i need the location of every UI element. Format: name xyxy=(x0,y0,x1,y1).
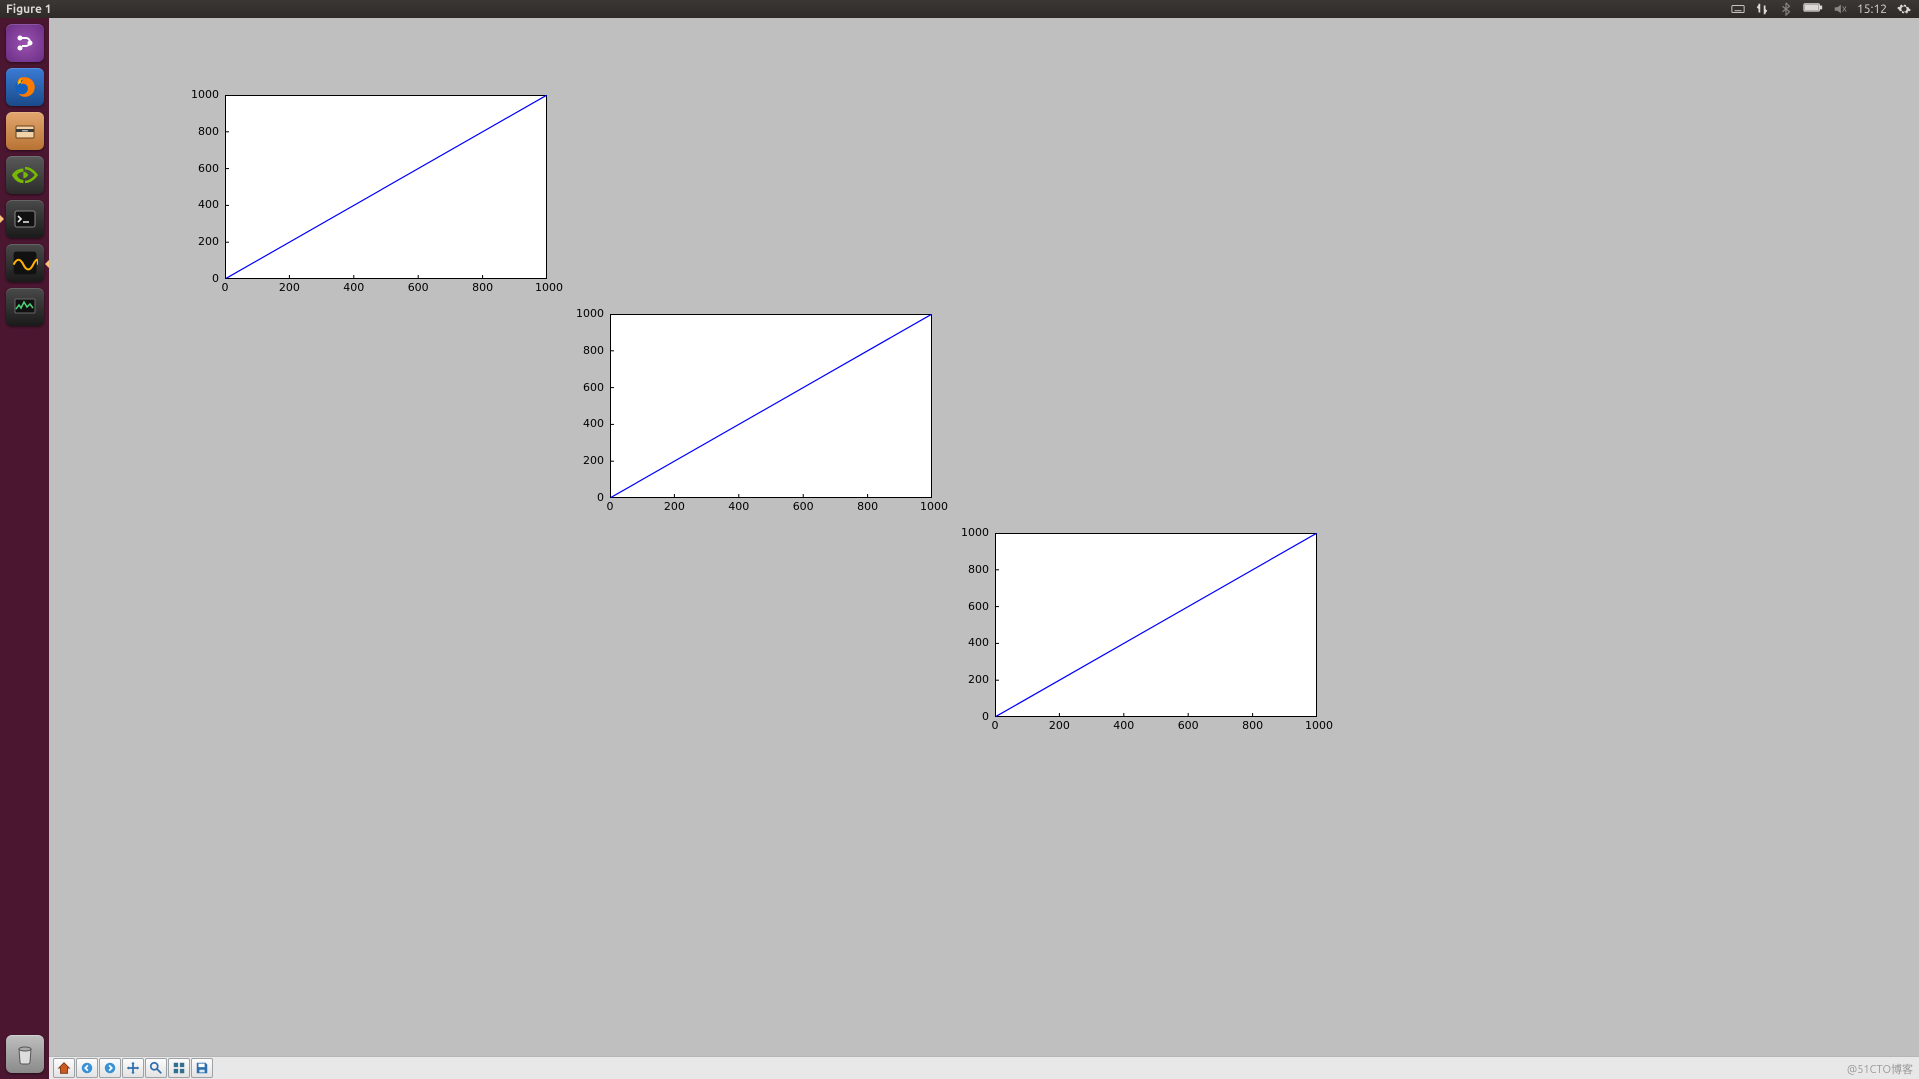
status-area: 15:12 xyxy=(1731,2,1919,16)
save-button[interactable] xyxy=(191,1058,213,1078)
network-icon[interactable] xyxy=(1755,2,1769,16)
y-tick-label: 400 xyxy=(955,636,989,649)
y-tick-label: 800 xyxy=(955,563,989,576)
unity-launcher xyxy=(0,18,49,1079)
x-tick-label: 1000 xyxy=(1305,719,1329,732)
x-tick-label: 0 xyxy=(598,500,622,513)
trash-icon[interactable] xyxy=(6,1035,44,1073)
x-tick-label: 400 xyxy=(727,500,751,513)
x-tick-label: 200 xyxy=(662,500,686,513)
y-tick-label: 600 xyxy=(570,381,604,394)
y-tick-label: 400 xyxy=(185,198,219,211)
files-icon[interactable] xyxy=(6,112,44,150)
mpl-toolbar xyxy=(49,1056,1919,1079)
y-tick-label: 1000 xyxy=(570,307,604,320)
x-tick-label: 600 xyxy=(406,281,430,294)
y-tick-label: 800 xyxy=(570,344,604,357)
nvidia-icon[interactable] xyxy=(6,156,44,194)
y-tick-label: 200 xyxy=(955,673,989,686)
firefox-icon[interactable] xyxy=(6,68,44,106)
x-tick-label: 400 xyxy=(1112,719,1136,732)
keyboard-icon[interactable] xyxy=(1731,2,1745,16)
watermark: @51CTO博客 xyxy=(1847,1061,1913,1077)
bluetooth-icon[interactable] xyxy=(1779,2,1793,16)
x-tick-label: 600 xyxy=(791,500,815,513)
figure-canvas[interactable]: 0 200 400 600 800 1000 0 200 400 600 800 1000 0 200 40… xyxy=(49,18,1919,1056)
y-tick-label: 1000 xyxy=(185,88,219,101)
y-tick-label: 800 xyxy=(185,125,219,138)
pan-button[interactable] xyxy=(122,1058,144,1078)
x-tick-label: 400 xyxy=(342,281,366,294)
window-title: Figure 1 xyxy=(6,3,52,16)
y-tick-label: 200 xyxy=(185,235,219,248)
plot-app-icon[interactable] xyxy=(6,244,44,282)
x-tick-label: 600 xyxy=(1176,719,1200,732)
y-tick-label: 600 xyxy=(955,600,989,613)
forward-button[interactable] xyxy=(99,1058,121,1078)
x-tick-label: 1000 xyxy=(920,500,944,513)
y-tick-label: 1000 xyxy=(955,526,989,539)
dash-icon[interactable] xyxy=(6,24,44,62)
y-tick-label: 400 xyxy=(570,417,604,430)
gear-icon[interactable] xyxy=(1897,2,1911,16)
zoom-button[interactable] xyxy=(145,1058,167,1078)
system-monitor-icon[interactable] xyxy=(6,288,44,326)
y-tick-label: 200 xyxy=(570,454,604,467)
battery-icon[interactable] xyxy=(1803,2,1823,16)
subplots-button[interactable] xyxy=(168,1058,190,1078)
back-button[interactable] xyxy=(76,1058,98,1078)
x-tick-label: 0 xyxy=(983,719,1007,732)
x-tick-label: 800 xyxy=(1241,719,1265,732)
x-tick-label: 800 xyxy=(856,500,880,513)
volume-muted-icon[interactable] xyxy=(1833,2,1847,16)
x-tick-label: 200 xyxy=(1047,719,1071,732)
x-tick-label: 1000 xyxy=(535,281,559,294)
y-tick-label: 600 xyxy=(185,162,219,175)
menubar: Figure 1 15:12 xyxy=(0,0,1919,18)
x-tick-label: 0 xyxy=(213,281,237,294)
home-button[interactable] xyxy=(53,1058,75,1078)
x-tick-label: 800 xyxy=(471,281,495,294)
x-tick-label: 200 xyxy=(277,281,301,294)
terminal-icon[interactable] xyxy=(6,200,44,238)
clock[interactable]: 15:12 xyxy=(1857,3,1887,16)
